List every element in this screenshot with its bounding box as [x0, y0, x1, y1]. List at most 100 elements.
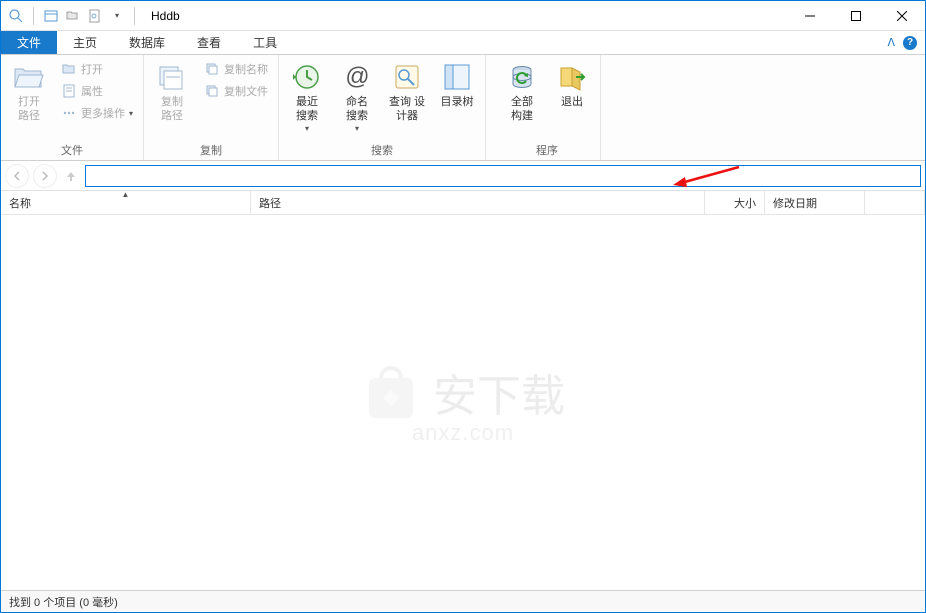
database-refresh-icon — [506, 61, 538, 93]
open-path-icon — [13, 61, 45, 93]
button-label: 退出 — [561, 95, 583, 109]
button-label: 目录树 — [441, 95, 474, 109]
help-icon[interactable]: ? — [903, 36, 917, 50]
ribbon-tabs: 文件 主页 数据库 查看 工具 ᐱ ? — [1, 31, 925, 55]
collapse-ribbon-icon[interactable]: ᐱ — [887, 36, 895, 49]
statusbar: 找到 0 个项目 (0 毫秒) — [1, 590, 925, 612]
tab-label: 工具 — [253, 34, 277, 51]
tab-database[interactable]: 数据库 — [113, 31, 181, 54]
content-area: 名称 ▲ 路径 大小 修改日期 安下载 anxz.com — [1, 191, 925, 590]
dir-tree-button[interactable]: 目录树 — [433, 57, 481, 113]
ribbon-group-copy: 复制 路径 复制名称 复制文件 复制 — [144, 55, 279, 160]
back-button[interactable] — [5, 164, 29, 188]
maximize-button[interactable] — [833, 1, 879, 31]
window-controls — [787, 1, 925, 31]
copy-name-icon — [204, 61, 220, 77]
at-icon: @ — [341, 61, 373, 93]
button-label: 复制 路径 — [161, 95, 183, 124]
properties-button[interactable]: 属性 — [55, 81, 139, 101]
tree-icon — [441, 61, 473, 93]
bag-icon — [361, 362, 421, 422]
copy-path-icon — [156, 61, 188, 93]
search-input[interactable] — [85, 165, 921, 187]
column-spacer — [865, 191, 925, 214]
button-label: 查询 设 计器 — [389, 95, 425, 124]
tab-label: 文件 — [17, 34, 41, 51]
button-label: 最近 搜索 — [296, 95, 318, 124]
forward-button[interactable] — [33, 164, 57, 188]
watermark-text: 安下载 — [433, 360, 565, 424]
results-list[interactable]: 安下载 anxz.com — [1, 215, 925, 590]
tab-label: 数据库 — [129, 34, 165, 51]
group-label: 复制 — [148, 140, 274, 160]
tab-label: 查看 — [197, 34, 221, 51]
ribbon-group-file: 打开 路径 打开 属性 更多操作 ▾ 文件 — [1, 55, 144, 160]
tab-file[interactable]: 文件 — [1, 31, 57, 54]
query-designer-button[interactable]: 查询 设 计器 — [383, 57, 431, 128]
button-label: 更多操作 — [81, 105, 125, 121]
more-icon — [61, 105, 77, 121]
open-button[interactable]: 打开 — [55, 59, 139, 79]
tab-label: 主页 — [73, 34, 97, 51]
ribbon-group-search: 最近 搜索 ▾ @ 命名 搜索 ▾ 查询 设 计器 目录树 — [279, 55, 486, 160]
column-size[interactable]: 大小 — [705, 191, 765, 214]
button-label: 复制文件 — [224, 83, 268, 99]
quick-access-toolbar: ▾ Hddb — [1, 7, 180, 25]
page-icon[interactable] — [86, 7, 104, 25]
window-title: Hddb — [151, 9, 180, 23]
tab-view[interactable]: 查看 — [181, 31, 237, 54]
ribbon: 打开 路径 打开 属性 更多操作 ▾ 文件 — [1, 55, 925, 161]
group-label: 搜索 — [283, 140, 481, 160]
recent-search-button[interactable]: 最近 搜索 ▾ — [283, 57, 331, 137]
column-label: 修改日期 — [773, 195, 817, 211]
folder-tree-icon[interactable] — [64, 7, 82, 25]
list-header: 名称 ▲ 路径 大小 修改日期 — [1, 191, 925, 215]
column-label: 大小 — [734, 195, 756, 211]
column-label: 名称 — [9, 195, 31, 211]
up-button[interactable] — [61, 166, 81, 186]
sort-asc-icon: ▲ — [122, 190, 130, 199]
copy-file-icon — [204, 83, 220, 99]
minimize-button[interactable] — [787, 1, 833, 31]
ribbon-group-program: 全部 构建 退出 程序 — [494, 55, 601, 160]
divider — [134, 7, 135, 25]
close-button[interactable] — [879, 1, 925, 31]
tab-home[interactable]: 主页 — [57, 31, 113, 54]
search-icon[interactable] — [7, 7, 25, 25]
ribbon-spacer — [486, 55, 494, 160]
name-search-button[interactable]: @ 命名 搜索 ▾ — [333, 57, 381, 137]
exit-button[interactable]: 退出 — [548, 57, 596, 113]
open-icon — [61, 61, 77, 77]
column-name[interactable]: 名称 ▲ — [1, 191, 251, 214]
properties-icon — [61, 83, 77, 99]
button-label: 属性 — [81, 83, 103, 99]
copy-path-button[interactable]: 复制 路径 — [148, 57, 196, 128]
copy-file-button[interactable]: 复制文件 — [198, 81, 274, 101]
divider — [33, 7, 34, 25]
svg-text:@: @ — [345, 63, 369, 90]
chevron-down-icon: ▾ — [355, 124, 359, 133]
titlebar: ▾ Hddb — [1, 1, 925, 31]
button-label: 打开 路径 — [18, 95, 40, 124]
qat-dropdown-icon[interactable]: ▾ — [108, 7, 126, 25]
copy-name-button[interactable]: 复制名称 — [198, 59, 274, 79]
window-icon[interactable] — [42, 7, 60, 25]
chevron-down-icon: ▾ — [305, 124, 309, 133]
column-label: 路径 — [259, 195, 281, 211]
column-date[interactable]: 修改日期 — [765, 191, 865, 214]
group-label: 程序 — [498, 140, 596, 160]
tab-right-controls: ᐱ ? — [887, 31, 925, 54]
button-label: 命名 搜索 — [346, 95, 368, 124]
button-label: 复制名称 — [224, 61, 268, 77]
tab-tools[interactable]: 工具 — [237, 31, 293, 54]
chevron-down-icon: ▾ — [129, 109, 133, 118]
build-all-button[interactable]: 全部 构建 — [498, 57, 546, 128]
column-path[interactable]: 路径 — [251, 191, 705, 214]
navbar — [1, 161, 925, 191]
group-label: 文件 — [5, 140, 139, 160]
button-label: 打开 — [81, 61, 103, 77]
more-ops-button[interactable]: 更多操作 ▾ — [55, 103, 139, 123]
exit-icon — [556, 61, 588, 93]
watermark: 安下载 anxz.com — [361, 360, 565, 446]
open-path-button[interactable]: 打开 路径 — [5, 57, 53, 128]
